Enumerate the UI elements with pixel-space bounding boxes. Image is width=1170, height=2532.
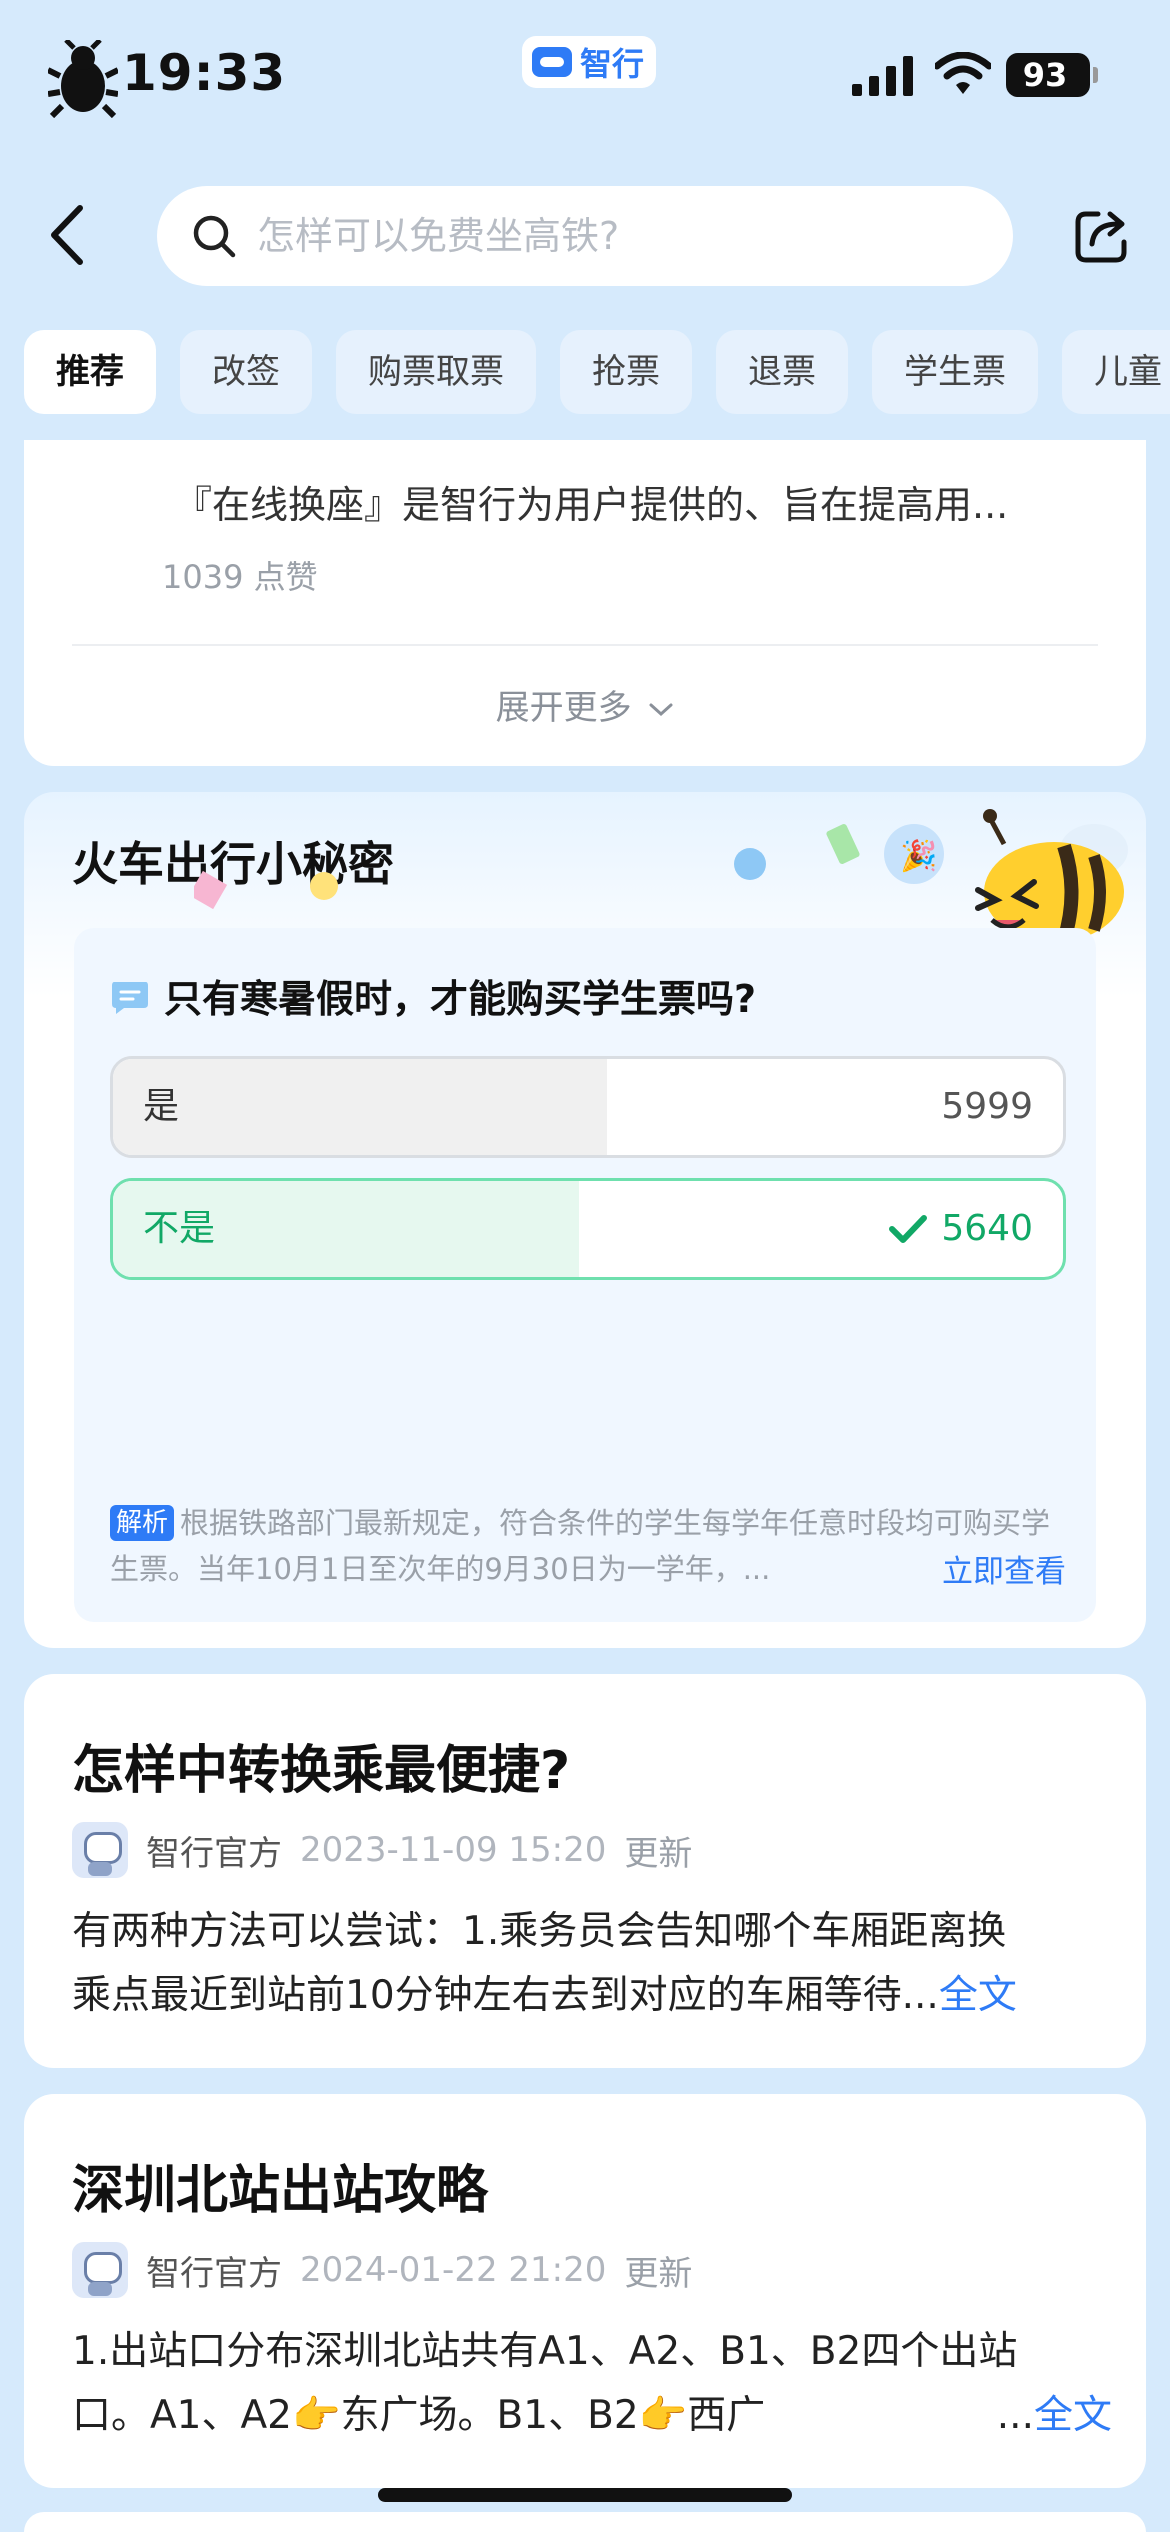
bubble-decoration-icon: 🎉 [734, 824, 944, 884]
tab-grab-ticket[interactable]: 抢票 [560, 330, 692, 414]
quiz-option-no[interactable]: 不是 5640 [110, 1178, 1066, 1280]
analysis-tag: 解析 [110, 1505, 175, 1541]
back-button[interactable] [40, 200, 100, 270]
tab-recommend[interactable]: 推荐 [24, 330, 156, 414]
bug-icon [48, 40, 118, 118]
answer-snippet[interactable]: 『在线换座』是智行为用户提供的、旨在提高用... [174, 474, 1008, 529]
article-meta: 智行官方 2023-11-09 15:20 更新 [72, 1822, 692, 1878]
article-body-line: 1.出站口分布深圳北站共有A1、A2、B1、B2四个出站 [72, 2329, 1018, 2374]
tab-refund[interactable]: 退票 [716, 330, 848, 414]
article-time: 2024-01-22 21:20 [300, 2250, 607, 2290]
analysis-text-block: 解析 根据铁路部门最新规定，符合条件的学生每学年任意时段均可购买学生票。当年10月… [110, 1500, 1066, 1592]
chat-bubble-icon [112, 982, 148, 1014]
option-vote-count: 5640 [941, 1208, 1033, 1249]
expand-more-label: 展开更多 [495, 688, 632, 728]
confetti-decoration-icon [194, 870, 338, 910]
search-input[interactable] [257, 214, 957, 258]
quiz-question: 只有寒暑假时，才能购买学生票吗? [164, 977, 757, 1021]
article-body-text: 口。A1、A2👉东广场。B1、B2👉西广 [72, 2393, 766, 2438]
article-title[interactable]: 深圳北站出站攻略 [72, 2148, 488, 2223]
article-body: 有两种方法可以尝试：1.乘务员会告知哪个车厢距离换 乘点最近到站前10分钟左右去… [72, 1900, 1112, 2028]
status-bar: 19:33 智行 93 [0, 0, 1170, 150]
read-full-link[interactable]: 全文 [939, 1973, 1017, 2018]
article-card[interactable]: 深圳北站出站攻略 智行官方 2024-01-22 21:20 更新 1.出站口分… [24, 2094, 1146, 2488]
article-author: 智行官方 [146, 1833, 282, 1874]
option-label: 是 [143, 1086, 180, 1127]
article-body-line: 乘点最近到站前10分钟左右去到对应的车厢等待...全文 [72, 1964, 1112, 2028]
chevron-down-icon [649, 703, 673, 716]
wifi-icon [935, 52, 991, 94]
tab-student-ticket[interactable]: 学生票 [872, 330, 1038, 414]
article-card-partial [24, 2512, 1146, 2532]
quiz-panel: 只有寒暑假时，才能购买学生票吗? 是 5999 不是 5640 解析 根据铁路部门… [74, 928, 1096, 1622]
expand-more-button[interactable]: 展开更多 [24, 680, 1146, 729]
app-pill-label: 智行 [580, 45, 645, 83]
article-time: 2023-11-09 15:20 [300, 1830, 607, 1870]
view-now-link[interactable]: 立即查看 [942, 1546, 1066, 1591]
analysis-text: 根据铁路部门最新规定，符合条件的学生每学年任意时段均可购买学生票。当年10月1日… [110, 1506, 1051, 1586]
article-meta: 智行官方 2024-01-22 21:20 更新 [72, 2242, 692, 2298]
option-vote-count-wrap: 5640 [889, 1181, 1033, 1277]
battery-indicator: 93 [1006, 53, 1098, 97]
quiz-card: 火车出行小秘密 🎉 只有寒暑假时，才能购买学生票吗? 是 5999 不是 564… [24, 792, 1146, 1648]
avatar [72, 1822, 128, 1878]
qa-card: 『在线换座』是智行为用户提供的、旨在提高用... 1039 点赞 展开更多 [24, 440, 1146, 766]
home-indicator[interactable] [378, 2488, 792, 2502]
tab-child[interactable]: 儿童 [1062, 330, 1170, 414]
share-icon[interactable] [1072, 204, 1134, 266]
article-body: 1.出站口分布深圳北站共有A1、A2、B1、B2四个出站 口。A1、A2👉东广场… [72, 2320, 1112, 2448]
app-indicator-pill[interactable]: 智行 [522, 36, 657, 88]
quiz-option-yes[interactable]: 是 5999 [110, 1056, 1066, 1158]
search-icon [193, 215, 236, 258]
read-full-link[interactable]: 全文 [1034, 2393, 1112, 2438]
read-more-tail: ...全文 [990, 2384, 1112, 2448]
search-bar[interactable] [157, 186, 1013, 286]
signal-icon [852, 56, 913, 96]
status-time: 19:33 [122, 44, 287, 102]
article-body-text: 乘点最近到站前10分钟左右去到对应的车厢等待... [72, 1973, 939, 2018]
app-logo-icon [532, 47, 572, 77]
divider [72, 644, 1098, 646]
ellipsis: ... [996, 2393, 1034, 2438]
article-title[interactable]: 怎样中转换乘最便捷? [72, 1728, 570, 1803]
article-card[interactable]: 怎样中转换乘最便捷? 智行官方 2023-11-09 15:20 更新 有两种方… [24, 1674, 1146, 2068]
option-fill-bar [113, 1059, 607, 1155]
svg-text:🎉: 🎉 [900, 838, 937, 874]
option-label: 不是 [143, 1208, 216, 1249]
article-body-line: 有两种方法可以尝试：1.乘务员会告知哪个车厢距离换 [72, 1909, 1007, 1954]
option-vote-count: 5999 [941, 1086, 1033, 1127]
battery-level: 93 [1022, 56, 1068, 94]
check-icon [889, 1215, 928, 1243]
tab-buy-collect[interactable]: 购票取票 [336, 330, 536, 414]
avatar [72, 2242, 128, 2298]
category-tabs: 推荐 改签 购票取票 抢票 退票 学生票 儿童 [24, 330, 1170, 414]
tab-reschedule[interactable]: 改签 [180, 330, 312, 414]
article-update-label: 更新 [624, 2253, 693, 2294]
article-update-label: 更新 [624, 1833, 693, 1874]
like-count: 1039 点赞 [162, 558, 318, 596]
article-author: 智行官方 [146, 2253, 282, 2294]
article-body-line: 口。A1、A2👉东广场。B1、B2👉西广 ...全文 [72, 2384, 1112, 2448]
